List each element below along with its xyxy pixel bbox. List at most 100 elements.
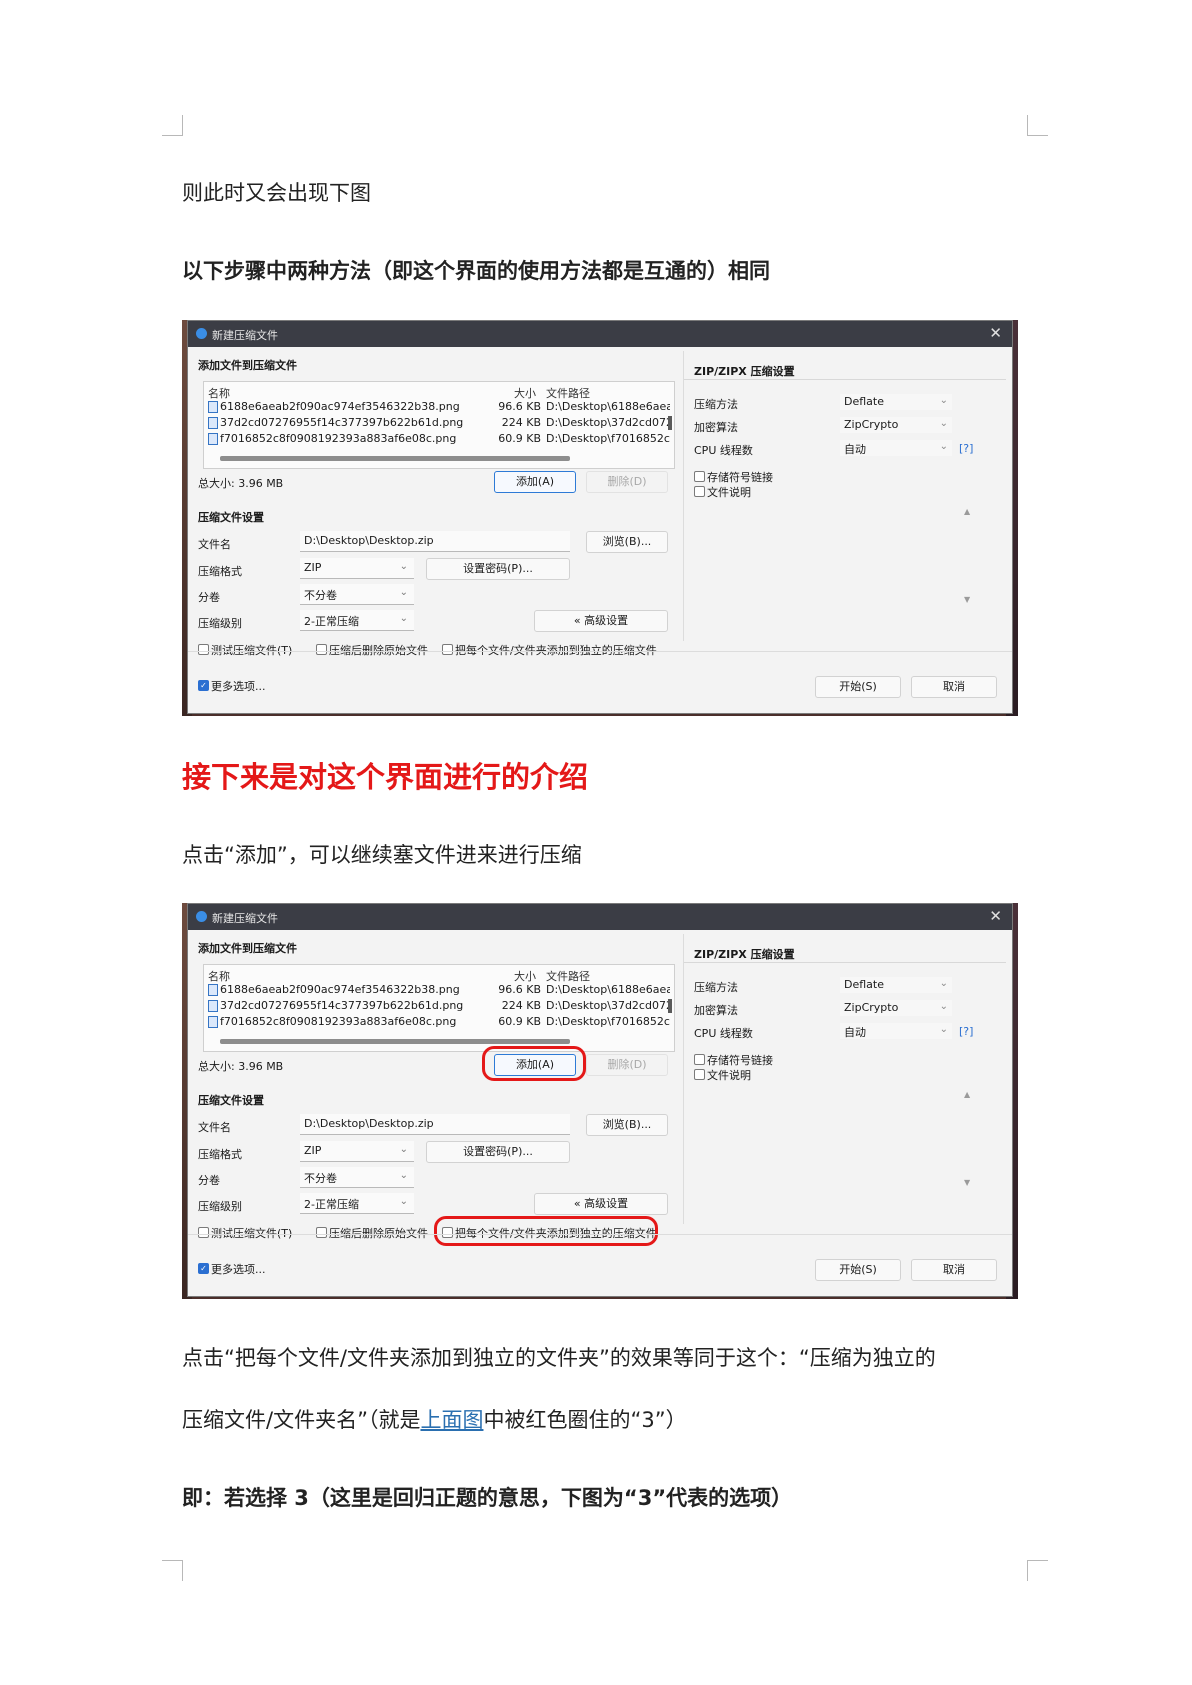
zip-settings-panel: ZIP/ZIPX 压缩设置 压缩方法 Deflate ⌄ 加密算法 ZipCryp… [683,934,1006,1224]
file-name: 6188e6aeab2f090ac974ef3546322b38.png [220,983,460,996]
set-password-button[interactable]: 设置密码(P)... [426,1141,570,1163]
file-list[interactable]: 名称 大小 文件路径 6188e6aeab2f090ac974ef3546322… [203,381,675,469]
file-path: D:\Desktop\37d2cd072 [546,999,670,1012]
file-comment-checkbox[interactable] [694,1069,705,1080]
scroll-down-icon[interactable]: ▼ [964,1178,970,1187]
dialog-titlebar: 新建压缩文件 ✕ [188,321,1012,347]
scroll-down-icon[interactable]: ▼ [964,595,970,604]
symlink-checkbox[interactable] [694,1054,705,1065]
image-file-icon [208,1000,218,1012]
file-path: D:\Desktop\f7016852c8 [546,432,670,445]
more-options-checkbox[interactable]: ✓ [198,680,209,691]
delete-button[interactable]: 删除(D) [586,1054,668,1076]
cpu-threads-label: CPU 线程数 [694,1027,753,1040]
test-archive-checkbox[interactable] [198,1227,209,1238]
split-select[interactable]: 不分卷 ⌄ [300,1167,414,1188]
test-archive-label: 测试压缩文件(T) [211,644,293,657]
above-image-link[interactable]: 上面图 [420,1408,483,1432]
cancel-button[interactable]: 取消 [911,1259,997,1281]
method-select[interactable]: Deflate ⌄ [840,394,952,410]
method-value: Deflate [844,395,884,408]
file-size: 60.9 KB [498,432,541,445]
more-options-label: 更多选项... [211,680,266,693]
browse-button[interactable]: 浏览(B)... [586,531,668,553]
delete-after-checkbox[interactable] [316,644,327,655]
delete-after-checkbox[interactable] [316,1227,327,1238]
level-select[interactable]: 2-正常压缩 ⌄ [300,1193,414,1214]
cpu-threads-select[interactable]: 自动 ⌄ [840,1023,952,1039]
file-comment-checkbox[interactable] [694,486,705,497]
encryption-label: 加密算法 [694,421,738,434]
zip-settings-title: ZIP/ZIPX 压缩设置 [694,365,795,378]
add-button[interactable]: 添加(A) [494,471,576,493]
chevron-down-icon: ⌄ [399,1144,408,1155]
file-path: D:\Desktop\6188e6aea [546,983,670,996]
file-name: 6188e6aeab2f090ac974ef3546322b38.png [220,400,460,413]
horizontal-scrollbar[interactable] [220,456,570,461]
image-file-icon [208,433,218,445]
filename-input[interactable]: D:\Desktop\Desktop.zip [300,1114,570,1135]
paragraph-intro: 则此时又会出现下图 [182,181,371,205]
separate-archives-highlight-circle [434,1216,658,1246]
scroll-up-icon[interactable]: ▲ [964,1090,970,1099]
close-icon[interactable]: ✕ [989,907,1002,925]
file-name: 37d2cd07276955f14c377397b622b61d.png [220,999,464,1012]
paragraph-equivalence: 点击“把每个文件/文件夹添加到独立的文件夹”的效果等同于这个：“压缩为独立的 [182,1346,936,1370]
encryption-value: ZipCrypto [844,1001,899,1014]
advanced-settings-button[interactable]: « 高级设置 [534,1193,668,1215]
format-select[interactable]: ZIP ⌄ [300,1141,414,1162]
filename-label: 文件名 [198,1121,231,1134]
method-label: 压缩方法 [694,981,738,994]
level-select[interactable]: 2-正常压缩 ⌄ [300,610,414,631]
dialog-title: 新建压缩文件 [212,329,278,342]
crop-mark-top-right [1027,115,1048,136]
vertical-scrollbar[interactable] [668,416,672,430]
paragraph-steps-note: 以下步骤中两种方法（即这个界面的使用方法都是互通的）相同 [182,259,770,283]
dialog-screenshot-2: 新建压缩文件 ✕ 添加文件到压缩文件 名称 大小 文件路径 6188e6aeab… [182,903,1018,1299]
format-value: ZIP [304,561,322,574]
format-select[interactable]: ZIP ⌄ [300,558,414,579]
split-select[interactable]: 不分卷 ⌄ [300,584,414,605]
encryption-select[interactable]: ZipCrypto ⌄ [840,1000,952,1016]
split-value: 不分卷 [304,589,337,602]
cpu-threads-value: 自动 [844,1026,866,1039]
start-button[interactable]: 开始(S) [815,1259,901,1281]
filename-value: D:\Desktop\Desktop.zip [304,1117,434,1130]
help-link[interactable]: [?] [959,442,973,455]
file-row[interactable]: 6188e6aeab2f090ac974ef3546322b38.png 96.… [204,399,674,415]
help-link[interactable]: [?] [959,1025,973,1038]
cancel-button[interactable]: 取消 [911,676,997,698]
file-row[interactable]: f7016852c8f0908192393a883af6e08c.png 60.… [204,431,674,447]
browse-button[interactable]: 浏览(B)... [586,1114,668,1136]
file-row[interactable]: 6188e6aeab2f090ac974ef3546322b38.png 96.… [204,982,674,998]
delete-button[interactable]: 删除(D) [586,471,668,493]
encryption-select[interactable]: ZipCrypto ⌄ [840,417,952,433]
vertical-scrollbar[interactable] [668,999,672,1013]
symlink-checkbox[interactable] [694,471,705,482]
separate-archives-checkbox[interactable] [442,644,453,655]
set-password-button[interactable]: 设置密码(P)... [426,558,570,580]
close-icon[interactable]: ✕ [989,324,1002,342]
separate-archives-label: 把每个文件/文件夹添加到独立的压缩文件 [455,644,657,657]
file-row[interactable]: f7016852c8f0908192393a883af6e08c.png 60.… [204,1014,674,1030]
split-label: 分卷 [198,1174,220,1187]
dialog-titlebar: 新建压缩文件 ✕ [188,904,1012,930]
file-list[interactable]: 名称 大小 文件路径 6188e6aeab2f090ac974ef3546322… [203,964,675,1052]
start-button[interactable]: 开始(S) [815,676,901,698]
new-archive-dialog: 新建压缩文件 ✕ 添加文件到压缩文件 名称 大小 文件路径 6188e6aeab… [187,320,1013,714]
test-archive-checkbox[interactable] [198,644,209,655]
chevron-down-icon: ⌄ [399,613,408,624]
horizontal-scrollbar[interactable] [220,1039,570,1044]
file-row[interactable]: 37d2cd07276955f14c377397b622b61d.png 224… [204,415,674,431]
chevron-down-icon: ⌄ [939,418,948,429]
method-select[interactable]: Deflate ⌄ [840,977,952,993]
filename-input[interactable]: D:\Desktop\Desktop.zip [300,531,570,552]
advanced-settings-button[interactable]: « 高级设置 [534,610,668,632]
file-row[interactable]: 37d2cd07276955f14c377397b622b61d.png 224… [204,998,674,1014]
more-options-checkbox[interactable]: ✓ [198,1263,209,1274]
delete-after-label: 压缩后删除原始文件 [329,644,428,657]
scroll-up-icon[interactable]: ▲ [964,507,970,516]
split-label: 分卷 [198,591,220,604]
cpu-threads-select[interactable]: 自动 ⌄ [840,440,952,456]
encryption-value: ZipCrypto [844,418,899,431]
